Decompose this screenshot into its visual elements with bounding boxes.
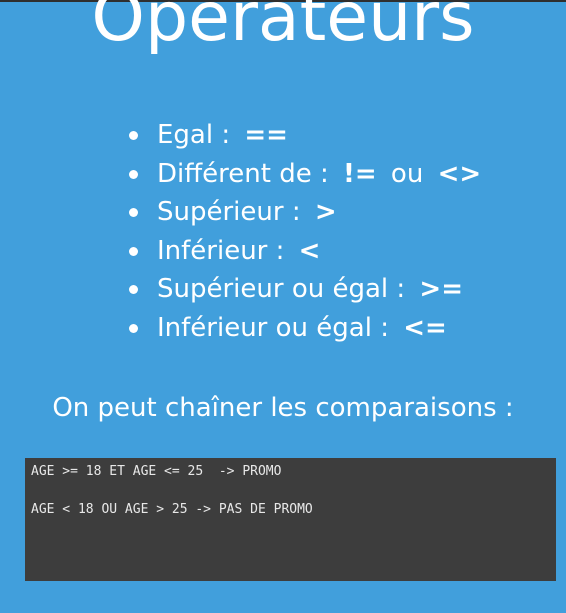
operator-label: Egal : xyxy=(157,120,231,150)
operator-symbol: >= xyxy=(419,274,463,304)
operator-label: Supérieur : xyxy=(157,197,301,227)
list-item-superieur: Supérieur : > xyxy=(125,193,481,232)
slide-title: Opérateurs xyxy=(91,0,475,57)
bullet-icon xyxy=(129,131,138,140)
operator-separator: ou xyxy=(390,158,424,189)
operator-symbol: > xyxy=(314,197,337,227)
operator-symbol: <> xyxy=(437,158,482,189)
operator-symbol: < xyxy=(298,235,321,266)
operator-label: Inférieur : xyxy=(157,235,285,266)
code-block: AGE >= 18 ET AGE <= 25 -> PROMO AGE < 18… xyxy=(25,458,556,581)
bullet-icon xyxy=(129,285,138,294)
code-line: AGE >= 18 ET AGE <= 25 -> PROMO xyxy=(31,464,282,479)
operator-symbol: == xyxy=(244,120,288,150)
bullet-icon xyxy=(129,169,138,179)
operator-symbol: != xyxy=(343,158,377,189)
bullet-icon xyxy=(129,246,138,256)
chain-comparison-text: On peut chaîner les comparaisons : xyxy=(52,393,514,423)
bullet-icon xyxy=(129,323,138,333)
operator-label: Inférieur ou égal : xyxy=(157,312,389,343)
list-item-inferieur-egal: Inférieur ou égal : <= xyxy=(125,309,481,348)
operator-label: Différent de : xyxy=(157,158,329,189)
bullet-icon xyxy=(129,208,138,217)
code-line: AGE < 18 OU AGE > 25 -> PAS DE PROMO xyxy=(31,502,313,517)
list-item-inferieur: Inférieur : < xyxy=(125,232,481,271)
list-item-superieur-egal: Supérieur ou égal : >= xyxy=(125,270,481,309)
list-item-different: Différent de : != ou <> xyxy=(125,155,481,194)
list-item-egal: Egal : == xyxy=(125,116,481,155)
operator-label: Supérieur ou égal : xyxy=(157,274,406,304)
operator-symbol: <= xyxy=(403,312,447,343)
operator-list: Egal : == Différent de : != ou <> Supéri… xyxy=(125,116,481,347)
